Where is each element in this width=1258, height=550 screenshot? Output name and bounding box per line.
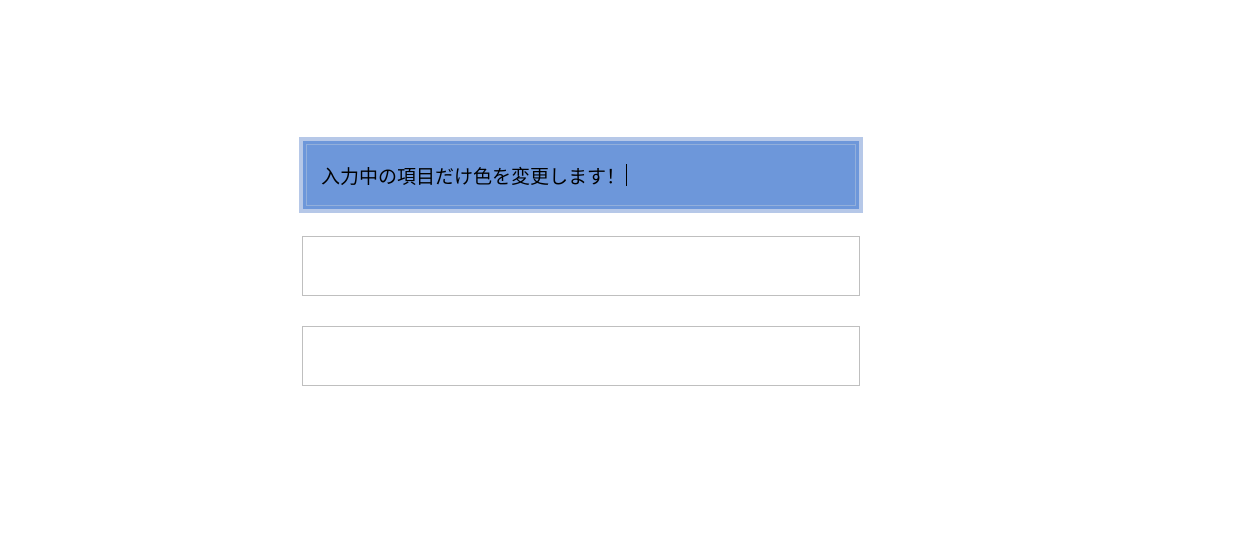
- text-input-2[interactable]: [302, 236, 860, 296]
- input-value: 入力中の項目だけ色を変更します！: [321, 162, 625, 189]
- form-container: 入力中の項目だけ色を変更します！: [302, 140, 860, 416]
- text-input-3[interactable]: [302, 326, 860, 386]
- text-caret: [626, 164, 627, 186]
- text-input-1[interactable]: 入力中の項目だけ色を変更します！: [302, 140, 860, 210]
